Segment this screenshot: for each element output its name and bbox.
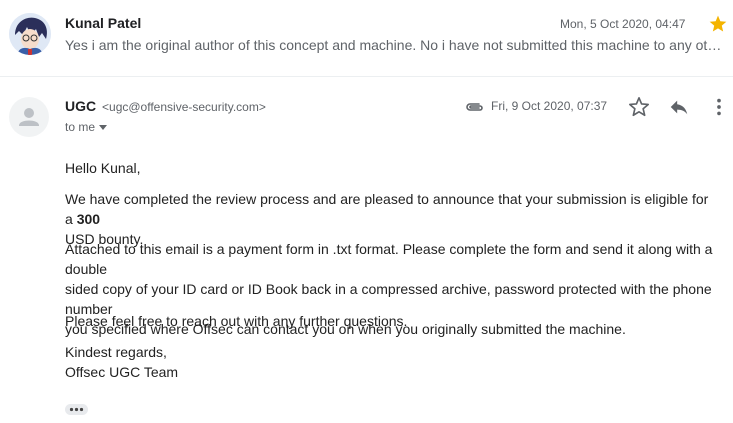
collapsed-message[interactable]: Kunal Patel Mon, 5 Oct 2020, 04:47 Yes i… xyxy=(0,0,733,77)
body-line: Attached to this email is a payment form… xyxy=(65,241,713,277)
message-date: Fri, 9 Oct 2020, 07:37 xyxy=(491,99,608,113)
body-greeting: Hello Kunal, xyxy=(65,160,141,176)
body-closing: Kindest regards, xyxy=(65,344,167,360)
sender-name: Kunal Patel xyxy=(65,15,142,31)
recipient-details-toggle[interactable]: to me xyxy=(65,120,108,134)
message-snippet: Yes i am the original author of this con… xyxy=(65,37,729,53)
body-signature: Offsec UGC Team xyxy=(65,364,179,380)
star-icon[interactable] xyxy=(628,96,650,118)
body-text: We have completed the review process and… xyxy=(65,191,709,227)
show-trimmed-content-button[interactable] xyxy=(65,404,88,415)
to-label: to me xyxy=(65,120,96,134)
from-line: UGC <ugc@offensive-security.com> xyxy=(65,98,266,114)
star-icon[interactable] xyxy=(708,14,728,34)
body-line: We have completed the review process and… xyxy=(65,189,710,229)
ellipsis-icon xyxy=(69,407,84,412)
message-date: Mon, 5 Oct 2020, 04:47 xyxy=(560,17,686,31)
body-paragraph-contact: Please feel free to reach out with any f… xyxy=(65,313,408,329)
attachment-icon xyxy=(465,100,485,112)
sender-email: <ugc@offensive-security.com> xyxy=(102,100,266,114)
reply-icon[interactable] xyxy=(668,96,690,118)
sender-name[interactable]: UGC xyxy=(65,98,96,114)
more-options-icon[interactable] xyxy=(708,96,730,118)
sender-avatar xyxy=(9,13,51,55)
chevron-down-icon xyxy=(99,125,108,131)
sender-avatar-placeholder xyxy=(9,97,49,137)
bounty-amount: 300 xyxy=(76,211,101,227)
